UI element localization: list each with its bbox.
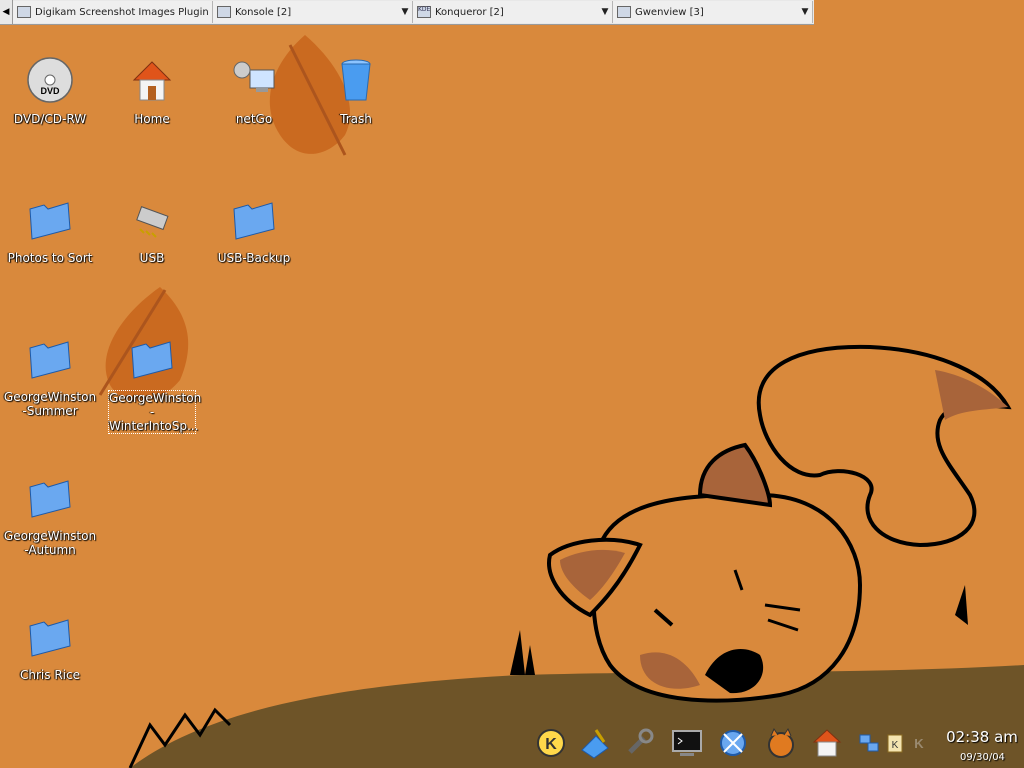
folder-icon (233, 202, 275, 240)
desktop-icon-georgewinston-autumn[interactable]: GeorgeWinston -Autumn (0, 473, 100, 557)
icon-label: netGo (235, 112, 273, 126)
fox-mascot-icon[interactable] (764, 726, 798, 760)
chevron-down-icon[interactable]: ▼ (598, 7, 612, 17)
home-icon (132, 61, 172, 101)
icon-label: GeorgeWinston -Autumn (3, 529, 97, 557)
task-label: Konsole [2] (235, 6, 292, 18)
trash-icon (341, 59, 371, 101)
chevron-down-icon[interactable]: ▼ (798, 7, 812, 17)
gwenview-icon (617, 6, 631, 18)
icon-label: Chris Rice (20, 668, 80, 682)
konqueror-icon[interactable] (716, 726, 750, 760)
taskbar-scroll-left[interactable]: ◀ (0, 0, 13, 24)
icon-label: DVD/CD-RW (13, 112, 87, 126)
icon-label: Photos to Sort (7, 251, 93, 265)
dvd-icon: DVD (27, 57, 73, 103)
icon-label: Trash (340, 112, 372, 126)
folder-icon (29, 480, 71, 518)
desktop-icon-usb-backup[interactable]: USB-Backup (204, 195, 304, 265)
kde-tray-icon[interactable]: K (908, 732, 930, 754)
task-label: Gwenview [3] (635, 6, 704, 18)
clock-time[interactable]: 02:38 am (940, 728, 1024, 746)
taskbar: ◀ Digikam Screenshot Images Plugin - D K… (0, 0, 814, 25)
terminal-icon[interactable] (670, 726, 704, 760)
folder-icon (29, 341, 71, 379)
desktop-icon-trash[interactable]: Trash (306, 56, 406, 126)
konqueror-icon: KDE (417, 6, 431, 18)
wrench-icon[interactable] (622, 726, 656, 760)
usb-icon (136, 206, 169, 238)
desktop-icon-georgewinston-winter[interactable]: GeorgeWinston -WinterIntoSp... (102, 334, 202, 434)
folder-icon (29, 619, 71, 657)
desktop-icon-chris-rice[interactable]: Chris Rice (0, 612, 100, 682)
desktop-icon-photos-to-sort[interactable]: Photos to Sort (0, 195, 100, 265)
desktop-icon-georgewinston-summer[interactable]: GeorgeWinston -Summer (0, 334, 100, 418)
desktop-icon-home[interactable]: Home (102, 56, 202, 126)
network-icon (233, 61, 275, 92)
klipper-icon[interactable]: K (884, 732, 906, 754)
task-konsole[interactable]: Konsole [2] ▼ (213, 1, 413, 23)
desktop-icon-dvd[interactable]: DVD DVD/CD-RW (0, 56, 100, 126)
tray-letter: K (892, 740, 899, 751)
svg-text:K: K (545, 736, 557, 753)
konsole-icon (217, 6, 231, 18)
desktop-icon-netgo[interactable]: netGo (204, 56, 304, 126)
folder-icon (131, 341, 173, 379)
svg-text:DVD: DVD (40, 86, 60, 96)
icon-label: Home (134, 112, 170, 126)
task-digikam[interactable]: Digikam Screenshot Images Plugin - D (13, 1, 213, 23)
desktop-icon-usb[interactable]: USB (102, 195, 202, 265)
network-tray-icon[interactable] (858, 732, 880, 754)
chevron-down-icon[interactable]: ▼ (398, 7, 412, 17)
icon-label: GeorgeWinston -Summer (3, 390, 97, 418)
task-label: Digikam Screenshot Images Plugin - D (35, 6, 212, 18)
folder-icon (29, 202, 71, 240)
task-konqueror[interactable]: KDE Konqueror [2] ▼ (413, 1, 613, 23)
kde-menu-icon[interactable]: K (534, 726, 568, 760)
task-label: Konqueror [2] (435, 6, 504, 18)
home-icon[interactable] (810, 726, 844, 760)
digikam-icon (17, 6, 31, 18)
task-gwenview[interactable]: Gwenview [3] ▼ (613, 1, 813, 23)
icon-label: GeorgeWinston -WinterIntoSp... (108, 390, 202, 434)
svg-text:K: K (914, 736, 924, 751)
icon-label: USB (139, 251, 165, 265)
clock-date: 09/30/04 (960, 752, 1005, 763)
desktop-icon-button[interactable] (578, 726, 612, 760)
icon-label: USB-Backup (217, 251, 291, 265)
